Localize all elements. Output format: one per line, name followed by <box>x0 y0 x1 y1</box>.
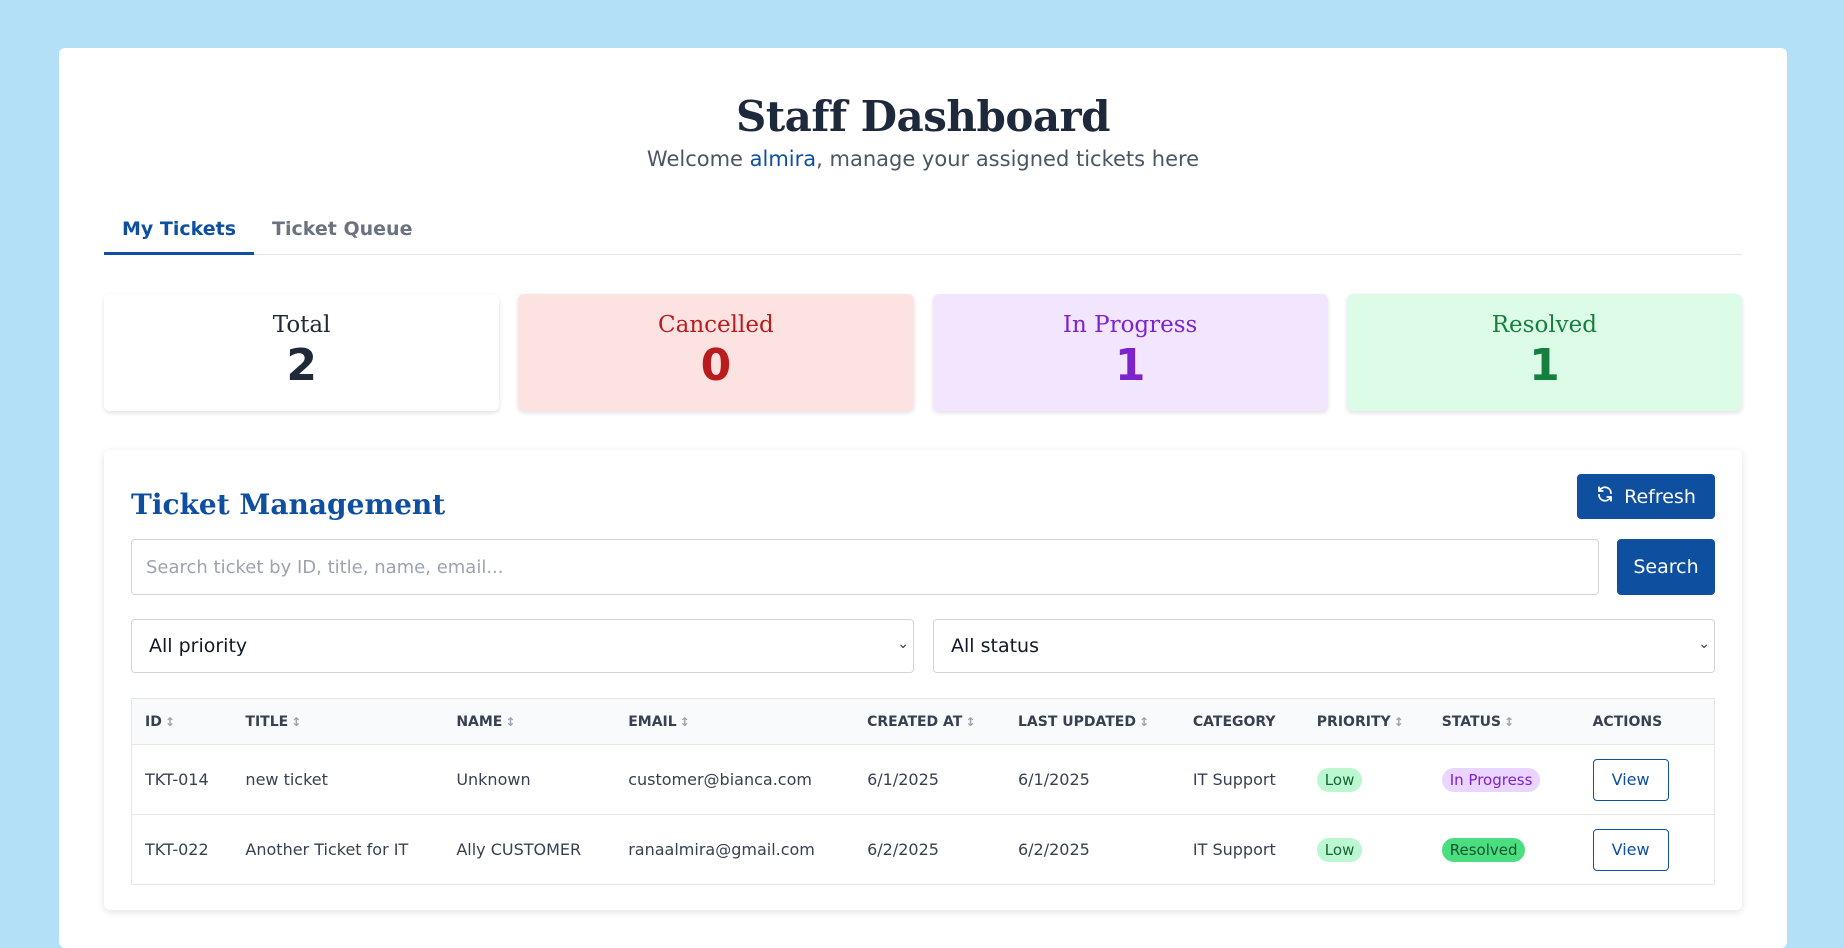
status-filter-select[interactable]: All status ⌄ <box>933 619 1715 673</box>
cell-status: In Progress <box>1429 745 1580 815</box>
stat-value: 1 <box>1114 340 1146 391</box>
stat-label: Total <box>272 312 331 338</box>
stat-card-in-progress: In Progress 1 <box>932 294 1328 411</box>
page-title: Staff Dashboard <box>735 92 1111 141</box>
chevron-down-icon: ⌄ <box>897 636 909 652</box>
refresh-button[interactable]: Refresh <box>1577 474 1715 519</box>
cell-category: IT Support <box>1192 770 1276 789</box>
cell-id: TKT-014 <box>145 770 209 789</box>
welcome-prefix: Welcome <box>646 147 750 171</box>
tab-my-tickets[interactable]: My Tickets <box>104 206 255 255</box>
column-header-priority[interactable]: PRIORITY ↕ <box>1303 698 1429 745</box>
stats-row: Total 2 Cancelled 0 In Progress 1 Resolv… <box>104 294 1742 411</box>
welcome-message: Welcome almira, manage your assigned tic… <box>59 147 1787 171</box>
stat-card-total: Total 2 <box>104 294 500 411</box>
cell-priority: Low <box>1304 745 1429 815</box>
column-header-actions: ACTIONS <box>1579 698 1715 745</box>
cell-created-at: 6/2/2025 <box>867 840 939 859</box>
view-button[interactable]: View <box>1592 758 1669 801</box>
sort-icon: ↕ <box>1138 714 1150 729</box>
table-row: TKT-022 Another Ticket for IT Ally CUSTO… <box>131 815 1715 885</box>
sort-icon: ↕ <box>1504 714 1515 729</box>
column-header-last-updated[interactable]: LAST UPDATED ↕ <box>1004 698 1180 745</box>
tickets-table: ID ↕ TITLE ↕ NAME ↕ EMAIL ↕ CREATED AT ↕ LAST… <box>131 698 1715 885</box>
cell-priority: Low <box>1304 815 1429 885</box>
stat-value: 2 <box>286 340 317 391</box>
column-header-created-at[interactable]: CREATED AT ↕ <box>854 698 1005 745</box>
cell-email: customer@bianca.com <box>628 770 812 789</box>
priority-filter-value: All priority <box>149 635 248 657</box>
welcome-suffix: , manage your assigned tickets here <box>816 147 1200 171</box>
panel-title: Ticket Management <box>131 488 446 521</box>
page-header: Staff Dashboard Welcome almira, manage y… <box>59 48 1787 171</box>
view-button[interactable]: View <box>1592 828 1669 871</box>
column-header-name[interactable]: NAME ↕ <box>443 698 616 745</box>
stat-value: 1 <box>1529 340 1560 391</box>
sort-icon: ↕ <box>164 714 175 729</box>
table-row: TKT-014 new ticket Unknown customer@bian… <box>131 745 1715 815</box>
status-filter-value: All status <box>951 635 1039 657</box>
cell-name: Unknown <box>456 770 531 789</box>
sort-icon: ↕ <box>505 714 516 729</box>
priority-badge: Low <box>1316 837 1363 862</box>
column-header-email[interactable]: EMAIL ↕ <box>615 698 855 745</box>
column-header-category: CATEGORY <box>1179 698 1304 745</box>
cell-status: Resolved <box>1429 815 1580 885</box>
sort-icon: ↕ <box>965 714 976 729</box>
priority-filter-select[interactable]: All priority ⌄ <box>131 619 914 673</box>
refresh-icon <box>1596 485 1614 508</box>
priority-badge: Low <box>1316 767 1363 792</box>
cell-title: new ticket <box>245 770 328 789</box>
ticket-management-panel: Ticket Management Refresh Search All pri… <box>104 450 1742 910</box>
stat-label: In Progress <box>1062 312 1198 338</box>
tab-ticket-queue[interactable]: Ticket Queue <box>254 206 430 255</box>
sort-icon: ↕ <box>679 714 690 729</box>
sort-icon: ↕ <box>291 714 302 729</box>
cell-actions: View <box>1580 745 1715 815</box>
cell-created-at: 6/1/2025 <box>867 770 939 789</box>
cell-category: IT Support <box>1192 840 1276 859</box>
stat-label: Cancelled <box>658 312 774 338</box>
tab-bar: My Tickets Ticket Queue <box>104 206 1742 255</box>
cell-email: ranaalmira@gmail.com <box>628 840 815 859</box>
stat-card-resolved: Resolved 1 <box>1346 294 1742 411</box>
cell-name: Ally CUSTOMER <box>456 840 582 859</box>
cell-id: TKT-022 <box>145 840 209 859</box>
status-badge: Resolved <box>1441 837 1526 862</box>
status-badge: In Progress <box>1441 767 1541 792</box>
table-header-row: ID ↕ TITLE ↕ NAME ↕ EMAIL ↕ CREATED AT ↕ LAST… <box>131 698 1715 745</box>
refresh-label: Refresh <box>1624 485 1696 508</box>
dashboard-card: Staff Dashboard Welcome almira, manage y… <box>59 48 1787 948</box>
column-header-id[interactable]: ID ↕ <box>131 698 233 745</box>
username: almira <box>749 147 817 171</box>
cell-actions: View <box>1580 815 1715 885</box>
stat-label: Resolved <box>1491 312 1597 338</box>
stat-value: 0 <box>700 340 732 391</box>
column-header-status[interactable]: STATUS ↕ <box>1428 698 1580 745</box>
column-header-title[interactable]: TITLE ↕ <box>232 698 444 745</box>
cell-last-updated: 6/2/2025 <box>1017 840 1090 859</box>
cell-title: Another Ticket for IT <box>245 840 409 859</box>
sort-icon: ↕ <box>1393 714 1404 729</box>
chevron-down-icon: ⌄ <box>1698 636 1710 652</box>
search-button[interactable]: Search <box>1617 539 1715 595</box>
search-input[interactable] <box>131 539 1599 595</box>
cell-last-updated: 6/1/2025 <box>1017 770 1090 789</box>
stat-card-cancelled: Cancelled 0 <box>518 294 914 411</box>
